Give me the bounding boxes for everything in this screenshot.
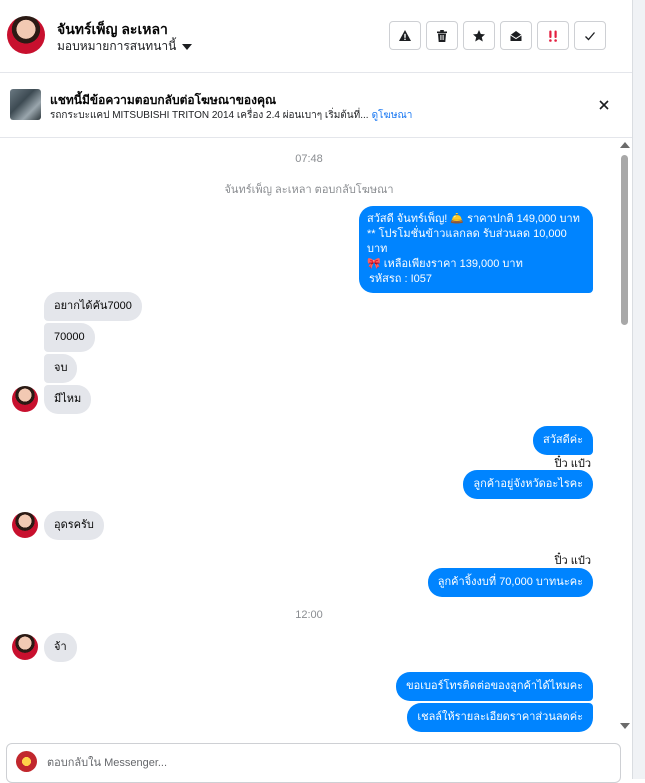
- ad-reply-banner: แชทนี้มีข้อความตอบกลับต่อโฆษณาของคุณ รถก…: [0, 73, 632, 138]
- outgoing-message: เชลล์ให้รายละเอียดราคาส่วนลดค่ะ: [407, 703, 593, 732]
- sender-name: ปิ๋ว แป๋ว: [554, 555, 591, 567]
- mark-unread-button[interactable]: [500, 21, 532, 50]
- conversation-header: จันทร์เพ็ญ ละเหลา มอบหมายการสนทนานี้: [0, 0, 632, 73]
- assign-conversation-dropdown[interactable]: มอบหมายการสนทนานี้: [57, 37, 193, 56]
- assign-label: มอบหมายการสนทนานี้: [57, 39, 177, 53]
- trash-icon: [437, 29, 447, 42]
- page-avatar: [16, 751, 37, 772]
- star-icon: [473, 29, 485, 41]
- outgoing-message: สวัสดี จันทร์เพ็ญ! 🛎️ ราคาปกติ 149,000 บ…: [359, 206, 593, 293]
- incoming-message: อยากได้คัน7000: [44, 292, 142, 321]
- warning-icon: [399, 29, 411, 41]
- header-actions: [389, 21, 606, 50]
- messenger-conversation-panel: จันทร์เพ็ญ ละเหลา มอบหมายการสนทนานี้ แชท…: [0, 0, 633, 783]
- timestamp: 07:48: [295, 153, 323, 165]
- ad-description: รถกระบะแคป MITSUBISHI TRITON 2014 เครื่อ…: [50, 110, 369, 121]
- contact-avatar-small: [12, 512, 38, 538]
- message-composer[interactable]: [6, 743, 621, 783]
- reply-input[interactable]: [45, 753, 609, 773]
- timestamp: 12:00: [295, 609, 323, 621]
- ad-reply-notice: จันทร์เพ็ญ ละเหลา ตอบกลับโฆษณา: [224, 184, 394, 196]
- message-thread: 07:48 จันทร์เพ็ญ ละเหลา ตอบกลับโฆษณา สวั…: [0, 139, 618, 732]
- incoming-message: จบ: [44, 354, 78, 383]
- scroll-up-arrow-icon[interactable]: [620, 142, 630, 148]
- outgoing-message: สวัสดีค่ะ: [532, 426, 593, 455]
- message-line: สวัสดี จันทร์เพ็ญ! 🛎️ ราคาปกติ 149,000 บ…: [367, 213, 580, 225]
- message-line: ** โปรโมชั่นข้าวแลกลด รับส่วนลด 10,000 บ…: [367, 228, 567, 255]
- delete-button[interactable]: [426, 21, 458, 50]
- incoming-message: จ้า: [44, 633, 77, 662]
- incoming-message: มีไหม: [44, 385, 92, 414]
- incoming-message: 70000: [44, 323, 95, 352]
- message-line: รหัสรถ : I057: [369, 273, 433, 285]
- scroll-down-arrow-icon[interactable]: [620, 723, 630, 729]
- close-icon[interactable]: [596, 97, 612, 113]
- ad-banner-subtitle: รถกระบะแคป MITSUBISHI TRITON 2014 เครื่อ…: [50, 108, 412, 123]
- message-line: 🎀 เหลือเพียงราคา 139,000 บาท: [367, 258, 523, 270]
- spam-button[interactable]: [389, 21, 421, 50]
- chat-scrollbar[interactable]: [619, 139, 630, 731]
- outgoing-message: ลูกค้าอยู่จังหวัดอะไรคะ: [463, 470, 593, 499]
- view-ad-link[interactable]: ดูโฆษณา: [372, 110, 413, 121]
- contact-avatar[interactable]: [7, 16, 45, 54]
- right-edge-panel: [633, 0, 645, 779]
- contact-avatar-small: [12, 634, 38, 660]
- follow-up-button[interactable]: [537, 21, 569, 50]
- scrollbar-thumb[interactable]: [621, 155, 628, 325]
- done-button[interactable]: [574, 21, 606, 50]
- outgoing-message: ลูกค้าจิ้งงบที่ 70,000 บาทนะคะ: [427, 568, 593, 597]
- ad-thumbnail[interactable]: [10, 89, 41, 120]
- exclamation-icon: [549, 30, 557, 42]
- envelope-open-icon: [510, 30, 522, 41]
- incoming-message: อุดรครับ: [44, 511, 104, 540]
- outgoing-message: ขอเบอร์โทรติดต่อของลูกค้าได้ไหมคะ: [396, 672, 593, 701]
- contact-avatar-small: [12, 386, 38, 412]
- caret-down-icon: [182, 43, 193, 50]
- check-icon: [585, 31, 595, 40]
- star-button[interactable]: [463, 21, 495, 50]
